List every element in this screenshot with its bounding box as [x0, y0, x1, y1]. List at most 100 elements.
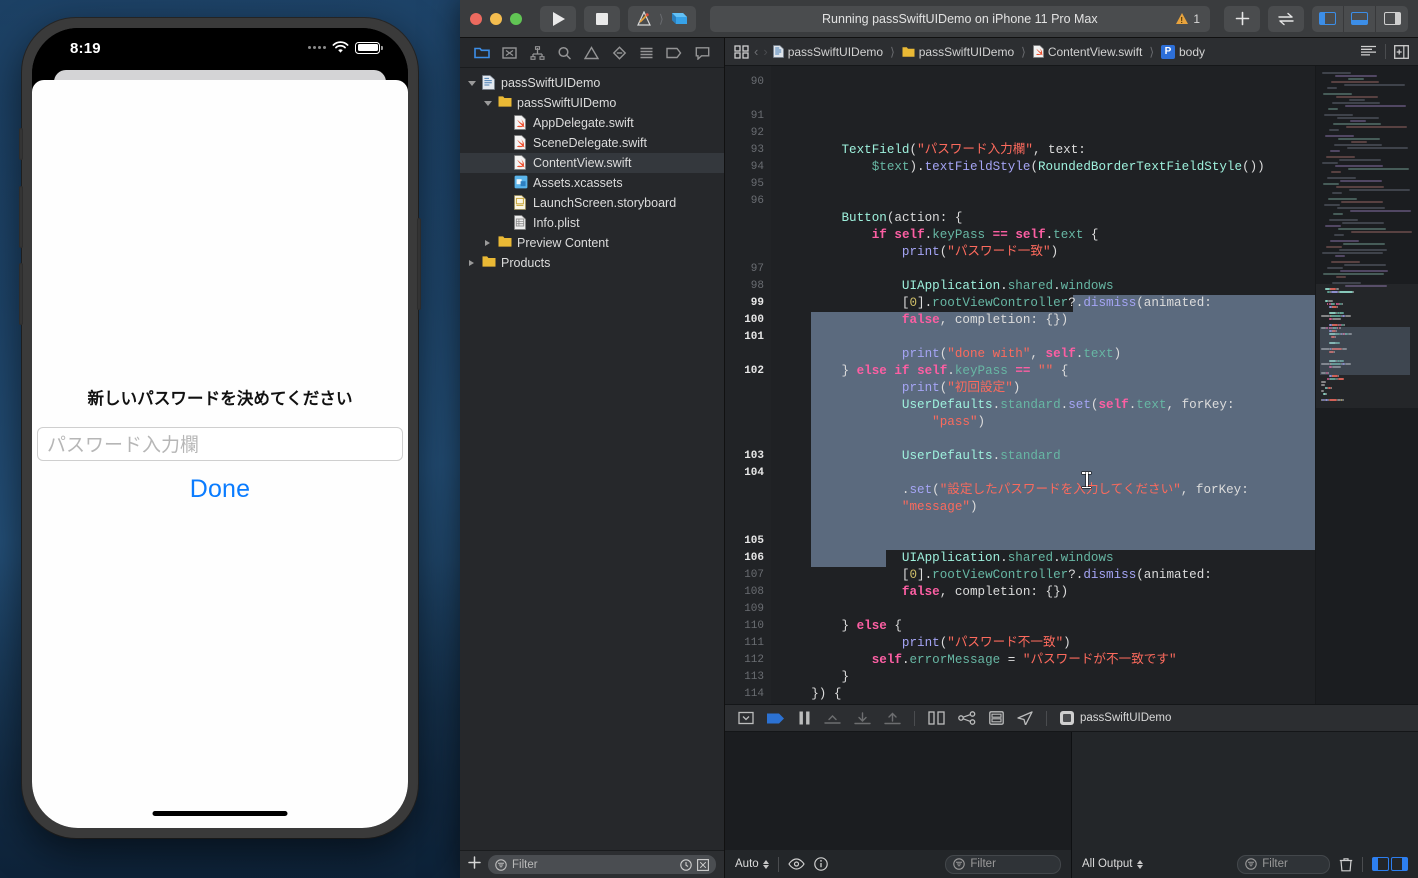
- go-back-button[interactable]: ‹: [754, 44, 758, 59]
- breadcrumb-project[interactable]: passSwiftUIDemo: [772, 45, 883, 59]
- code-line[interactable]: UIApplication.shared.windows: [771, 550, 1315, 567]
- code-line[interactable]: TextField("パスワード入力欄", text:: [771, 142, 1315, 159]
- code-line[interactable]: print("done with", self.text): [771, 346, 1315, 363]
- stop-button[interactable]: [584, 5, 620, 32]
- toggle-navigator-button[interactable]: [1312, 5, 1344, 32]
- code-line[interactable]: [771, 329, 1315, 346]
- code-line[interactable]: if self.keyPass == self.text {: [771, 227, 1315, 244]
- test-navigator-tab[interactable]: [612, 45, 627, 60]
- code-line[interactable]: false, completion: {}): [771, 312, 1315, 329]
- info-icon[interactable]: [813, 857, 828, 871]
- code-line[interactable]: [771, 601, 1315, 618]
- volume-down-button[interactable]: [19, 263, 23, 325]
- run-button[interactable]: [540, 5, 576, 32]
- code-line[interactable]: [0].rootViewController?.dismiss(animated…: [771, 295, 1315, 312]
- code-line[interactable]: UserDefaults.standard: [771, 448, 1315, 465]
- code-line[interactable]: Button(action: {: [771, 210, 1315, 227]
- code-line[interactable]: UIApplication.shared.windows: [771, 278, 1315, 295]
- minimap-viewport[interactable]: [1316, 284, 1418, 408]
- show-variables-button[interactable]: [1372, 857, 1389, 871]
- code-minimap[interactable]: [1315, 66, 1418, 704]
- code-line[interactable]: print("初回設定"): [771, 380, 1315, 397]
- close-button[interactable]: [470, 12, 482, 25]
- navigator-item-assets-xcassets[interactable]: Assets.xcassets: [460, 173, 724, 193]
- done-button[interactable]: Done: [34, 475, 406, 504]
- volume-up-button[interactable]: [19, 186, 23, 248]
- code-line[interactable]: print("パスワード一致"): [771, 244, 1315, 261]
- go-forward-button[interactable]: ›: [763, 44, 767, 59]
- debug-navigator-tab[interactable]: [639, 46, 654, 60]
- location-icon[interactable]: [1017, 711, 1033, 725]
- jump-bar[interactable]: ‹ › passSwiftUIDemo ⟩ passSwiftUIDemo ⟩ …: [725, 38, 1418, 66]
- console-output-view[interactable]: [1072, 732, 1418, 850]
- code-line[interactable]: $text).textFieldStyle(RoundedBorderTextF…: [771, 159, 1315, 176]
- code-line[interactable]: }: [771, 669, 1315, 686]
- eye-icon[interactable]: [787, 858, 805, 870]
- project-navigator-tree[interactable]: passSwiftUIDemo passSwiftUIDemo AppDelegat…: [460, 68, 724, 850]
- code-line[interactable]: [771, 193, 1315, 210]
- ios-simulator-window[interactable]: 新しいパスワードを決めてください パスワード入力欄 Done 8:19: [19, 18, 421, 838]
- toggle-comparison-button[interactable]: [1268, 5, 1304, 32]
- navigator-item-preview-content[interactable]: Preview Content: [460, 233, 724, 253]
- environment-overrides-icon[interactable]: [989, 711, 1004, 725]
- view-hierarchy-icon[interactable]: [928, 711, 945, 725]
- code-line[interactable]: [771, 176, 1315, 193]
- console-split-toggle[interactable]: [1372, 857, 1408, 871]
- step-over-button[interactable]: [824, 712, 841, 725]
- project-navigator-tab[interactable]: [474, 46, 490, 60]
- navigator-item-passswiftuidemo[interactable]: passSwiftUIDemo: [460, 93, 724, 113]
- maximize-button[interactable]: [510, 12, 522, 25]
- scheme-selector[interactable]: ⟩: [628, 5, 696, 32]
- navigator-item-passswiftuidemo[interactable]: passSwiftUIDemo: [460, 73, 724, 93]
- symbol-navigator-tab[interactable]: [530, 45, 545, 60]
- warning-badge[interactable]: 1: [1176, 12, 1200, 26]
- disclosure-triangle[interactable]: [466, 260, 477, 266]
- add-editor-icon[interactable]: [1394, 44, 1409, 59]
- home-indicator[interactable]: [152, 811, 288, 816]
- mute-switch[interactable]: [19, 128, 23, 160]
- navigator-item-launchscreen-storyboard[interactable]: LaunchScreen.storyboard: [460, 193, 724, 213]
- report-navigator-tab[interactable]: [695, 46, 710, 60]
- breakpoint-navigator-tab[interactable]: [666, 46, 682, 60]
- related-items-icon[interactable]: [734, 44, 749, 59]
- modal-sheet[interactable]: 新しいパスワードを決めてください パスワード入力欄 Done: [32, 80, 408, 828]
- code-line[interactable]: false, completion: {}): [771, 584, 1315, 601]
- trash-icon[interactable]: [1339, 857, 1353, 872]
- navigator-filter-input[interactable]: Filter: [488, 855, 716, 874]
- code-line[interactable]: [771, 516, 1315, 533]
- add-library-button[interactable]: [1224, 5, 1260, 32]
- code-line[interactable]: [0].rootViewController?.dismiss(animated…: [771, 567, 1315, 584]
- variables-filter-input[interactable]: Filter: [945, 854, 1062, 874]
- code-line[interactable]: } else {: [771, 618, 1315, 635]
- issue-navigator-tab[interactable]: [584, 45, 600, 60]
- navigator-item-appdelegate-swift[interactable]: AppDelegate.swift: [460, 113, 724, 133]
- password-input-field[interactable]: パスワード入力欄: [37, 426, 403, 461]
- minimap-icon[interactable]: [1360, 45, 1377, 58]
- editor-panels-toggle-group[interactable]: [1312, 5, 1408, 32]
- debug-bar[interactable]: passSwiftUIDemo: [725, 704, 1418, 732]
- source-control-navigator-tab[interactable]: [502, 46, 518, 60]
- code-line[interactable]: [771, 261, 1315, 278]
- toggle-inspector-button[interactable]: [1376, 6, 1408, 32]
- debug-process-item[interactable]: passSwiftUIDemo: [1060, 711, 1171, 725]
- breadcrumb-file[interactable]: ContentView.swift: [1033, 45, 1142, 59]
- code-line[interactable]: "pass"): [771, 414, 1315, 431]
- navigator-item-info-plist[interactable]: Info.plist: [460, 213, 724, 233]
- navigator-item-contentview-swift[interactable]: ContentView.swift: [460, 153, 724, 173]
- xcode-window[interactable]: ⟩ Running passSwiftUIDemo on iPhone 11 P…: [460, 0, 1418, 878]
- code-area[interactable]: 90 91 92 93 94 95 96 97 98 99 100 101 102 103 104 105 10…: [725, 66, 1315, 704]
- disclosure-triangle[interactable]: [482, 100, 493, 106]
- show-console-button[interactable]: [1391, 857, 1408, 871]
- navigator-item-products[interactable]: Products: [460, 253, 724, 273]
- disclosure-triangle[interactable]: [482, 240, 493, 246]
- power-button[interactable]: [417, 218, 421, 310]
- add-file-button[interactable]: [468, 855, 481, 874]
- code-line[interactable]: Text("Done"): [771, 703, 1315, 704]
- scope-icon[interactable]: [697, 858, 709, 871]
- output-scope-popup[interactable]: All Output: [1082, 858, 1143, 870]
- minimize-button[interactable]: [490, 12, 502, 25]
- step-into-button[interactable]: [854, 711, 871, 725]
- code-line[interactable]: }) {: [771, 686, 1315, 703]
- step-out-button[interactable]: [884, 712, 901, 725]
- console-filter-input[interactable]: Filter: [1237, 854, 1330, 874]
